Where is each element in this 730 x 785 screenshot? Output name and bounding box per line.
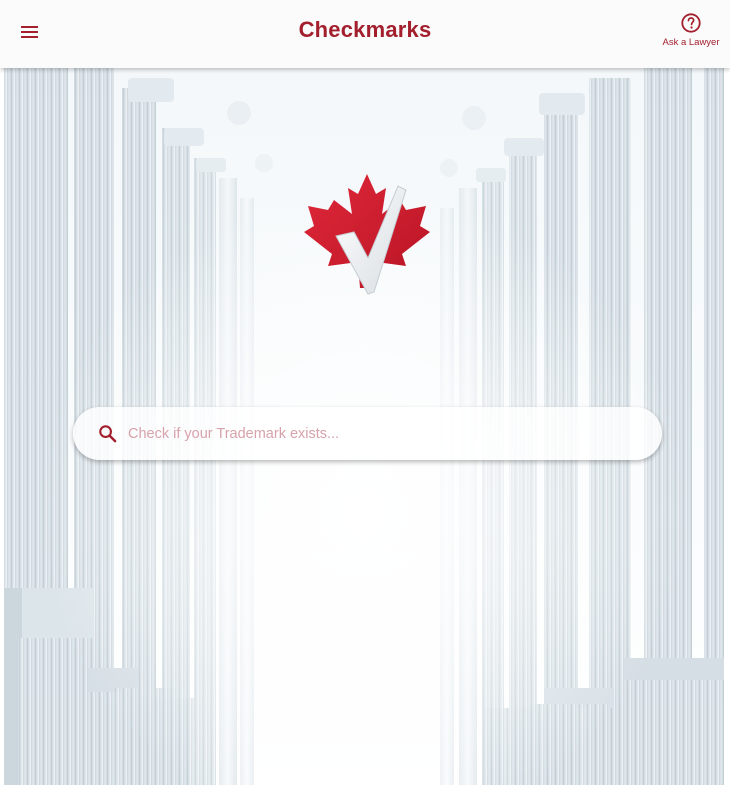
- maple-leaf-checkmark-logo: [304, 174, 430, 295]
- app-bar: Checkmarks Ask a Lawyer: [0, 0, 730, 68]
- search-bar[interactable]: [73, 407, 662, 460]
- search-input[interactable]: [126, 424, 650, 443]
- app-title: Checkmarks: [298, 17, 432, 42]
- hero-background: [4, 68, 724, 785]
- help-circle-icon[interactable]: [680, 12, 702, 34]
- search-icon[interactable]: [97, 424, 117, 444]
- ask-lawyer-label: Ask a Lawyer: [662, 37, 720, 48]
- ask-lawyer-button[interactable]: Ask a Lawyer: [658, 12, 724, 48]
